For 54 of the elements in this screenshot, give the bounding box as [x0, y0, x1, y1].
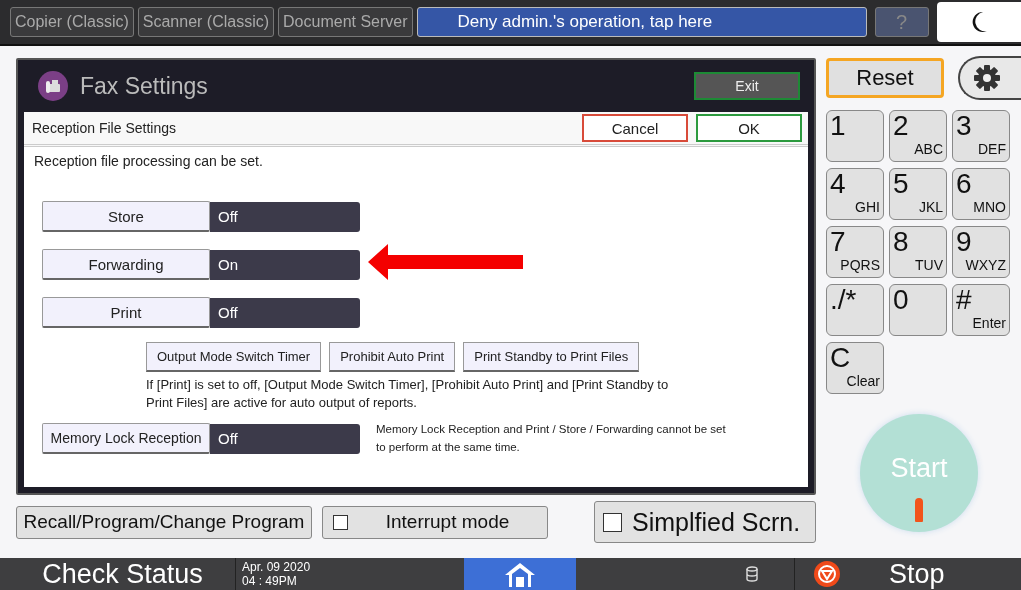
time-text: 04 : 49PM: [242, 574, 298, 588]
keypad-key[interactable]: 2 ABC: [889, 110, 947, 162]
mode-tab[interactable]: Document Server: [278, 7, 413, 37]
keypad-key[interactable]: 8 TUV: [889, 226, 947, 278]
settings-button[interactable]: [958, 56, 1021, 100]
simplified-screen-button[interactable]: Simplfied Scrn.: [594, 501, 816, 543]
exit-button[interactable]: Exit: [694, 72, 800, 100]
keypad-key[interactable]: 9 WXYZ: [952, 226, 1010, 278]
stop-button[interactable]: Stop: [794, 558, 1021, 590]
keypad-key[interactable]: ./*: [826, 284, 884, 336]
date-text: Apr. 09 2020: [242, 560, 312, 574]
home-icon: [503, 561, 537, 587]
setting-button[interactable]: Store: [42, 201, 210, 232]
setting-value: Off: [210, 201, 360, 232]
ok-button[interactable]: OK: [696, 114, 802, 142]
option-button[interactable]: Output Mode Switch Timer: [146, 342, 322, 372]
setting-button[interactable]: Forwarding: [42, 249, 210, 280]
window-title: Fax Settings: [80, 72, 209, 100]
keypad-key[interactable]: 5 JKL: [889, 168, 947, 220]
keypad-key[interactable]: # Enter: [952, 284, 1010, 336]
fax-icon: [38, 71, 68, 101]
indicator-light: [915, 498, 923, 522]
interrupt-mode-button[interactable]: Interrupt mode: [322, 505, 548, 539]
keypad-key[interactable]: 1: [826, 110, 884, 162]
setting-button[interactable]: Print: [42, 297, 210, 328]
option-button[interactable]: Print Standby to Print Files: [463, 342, 640, 372]
keypad-key[interactable]: 4 GHI: [826, 168, 884, 220]
keypad-key[interactable]: 7 PQRS: [826, 226, 884, 278]
description-text: Reception file processing can be set.: [34, 153, 264, 169]
option-button[interactable]: Prohibit Auto Print: [329, 342, 456, 372]
mode-tab[interactable]: Copier (Classic): [10, 7, 134, 37]
keypad-key[interactable]: 6 MNO: [952, 168, 1010, 220]
setting-value: Off: [210, 297, 360, 328]
note-text: If [Print] is set to off, [Output Mode Switch Timer], [Prohibit Auto Print] and [Print Standby to Print Files] are active for auto output of reports.: [145, 376, 670, 412]
keypad-key[interactable]: 0: [889, 284, 947, 336]
memory-lock-button[interactable]: Memory Lock Reception: [42, 423, 210, 455]
stop-icon: [813, 560, 841, 588]
keypad-key[interactable]: C Clear: [826, 342, 884, 394]
recall-program-button[interactable]: Recall/Program/Change Program: [16, 505, 312, 539]
home-button[interactable]: [464, 558, 576, 590]
settings-icon: [974, 65, 1000, 91]
night-mode-button[interactable]: [936, 2, 1021, 42]
checkbox[interactable]: [333, 514, 348, 530]
reset-button[interactable]: Reset: [826, 58, 944, 98]
setting-value: On: [210, 249, 360, 280]
note-text: Memory Lock Reception and Print / Store / Forwarding cannot be set to perform at the same time.: [376, 422, 727, 455]
cancel-button[interactable]: Cancel: [582, 114, 688, 142]
checkbox[interactable]: [603, 512, 622, 532]
mode-tab[interactable]: Scanner (Classic): [137, 7, 275, 37]
storage-icon: [746, 566, 758, 582]
setting-value: Off: [210, 423, 360, 454]
keypad-key[interactable]: 3 DEF: [952, 110, 1010, 162]
panel-title: Reception File Settings: [32, 120, 177, 136]
notice-button[interactable]: Deny admin.'s operation, tap here: [416, 7, 867, 37]
